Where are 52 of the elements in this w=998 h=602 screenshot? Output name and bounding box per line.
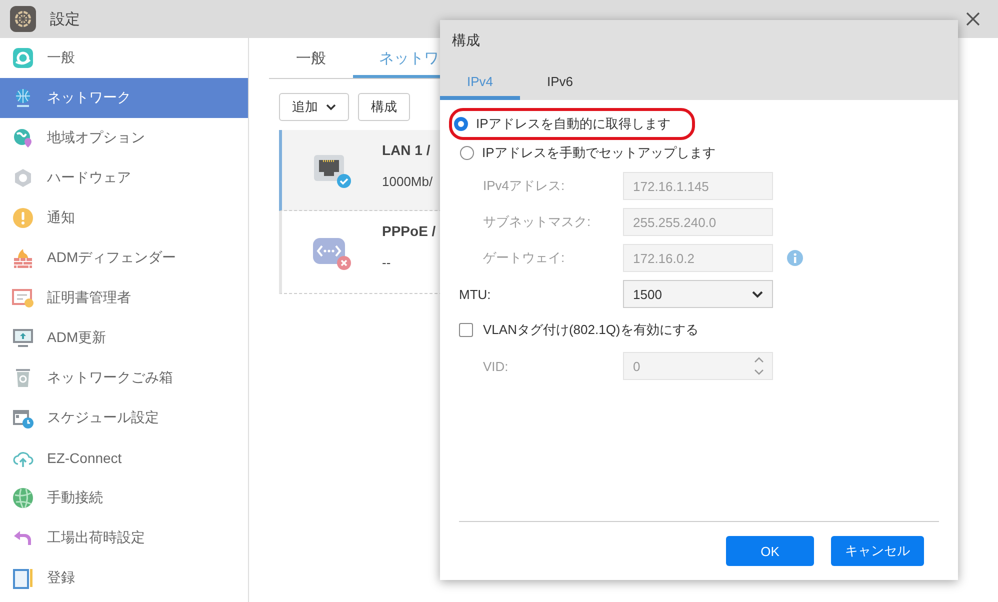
mtu-dropdown[interactable]: 1500 [623, 280, 773, 308]
sidebar-item[interactable]: 手動接続 [0, 478, 248, 518]
field-label: MTU: [459, 286, 492, 302]
app-icon [12, 47, 34, 69]
sidebar-item[interactable]: ADM更新 [0, 318, 248, 358]
certificate-icon [12, 287, 34, 309]
app-icon [10, 6, 36, 32]
globe-icon [12, 487, 34, 509]
sidebar-item[interactable]: 工場出荷時設定 [0, 518, 248, 558]
field-label: IPv4アドレス: [483, 177, 566, 195]
sidebar-item[interactable]: 通知 [0, 198, 248, 238]
close-icon[interactable] [966, 12, 980, 26]
checkbox[interactable] [459, 323, 473, 337]
alert-icon [12, 207, 34, 229]
sidebar-item[interactable]: EZ-Connect [0, 438, 248, 478]
sidebar-item[interactable]: ネットワーク [0, 78, 248, 118]
sidebar-item[interactable]: 登録 [0, 558, 248, 598]
globe-pin-icon [12, 127, 34, 149]
toolbar-button[interactable]: 構成 [358, 93, 410, 121]
interface-name: PPPoE / [382, 223, 436, 239]
caret-icon [326, 104, 336, 110]
tab[interactable]: IPv6 [520, 66, 600, 100]
radio-button[interactable] [454, 117, 468, 131]
option-label: IPアドレスを自動的に取得します [476, 115, 670, 133]
tab[interactable]: 一般 [269, 38, 353, 78]
sidebar-item[interactable]: ADMディフェンダー [0, 238, 248, 278]
interface-speed: -- [382, 255, 392, 270]
sidebar-item[interactable]: 地域オプション [0, 118, 248, 158]
field-label: VID: [483, 358, 510, 374]
field-label: ゲートウェイ: [483, 249, 566, 267]
sidebar-item[interactable]: ネットワークごみ箱 [0, 358, 248, 398]
window-title: 設定 [50, 10, 80, 28]
caret-icon [752, 290, 763, 298]
option-label: IPアドレスを手動でセットアップします [482, 144, 716, 162]
radio-button[interactable] [460, 146, 474, 160]
sidebar-item[interactable]: 一般 [0, 38, 248, 78]
ok-button[interactable]: OK [726, 536, 814, 566]
nut-icon [12, 167, 34, 189]
monitor-upload-icon [12, 327, 34, 349]
cancel-button[interactable]: キャンセル [831, 536, 924, 566]
add-dropdown[interactable]: 追加 [279, 93, 349, 121]
interface-speed: 1000Mb/ [382, 174, 433, 189]
checkbox-label: VLANタグ付け(802.1Q)を有効にする [483, 321, 698, 339]
calendar-clock-icon [12, 407, 34, 429]
sidebar-item[interactable]: 証明書管理者 [0, 278, 248, 318]
notepad-icon [12, 567, 34, 589]
spinner-arrows-icon [754, 356, 764, 376]
field-label: サブネットマスク: [483, 213, 592, 231]
interface-name: LAN 1 / [382, 142, 432, 158]
firewall-icon [12, 247, 34, 269]
sidebar-item[interactable]: ハードウェア [0, 158, 248, 198]
sidebar-item[interactable]: スケジュール設定 [0, 398, 248, 438]
